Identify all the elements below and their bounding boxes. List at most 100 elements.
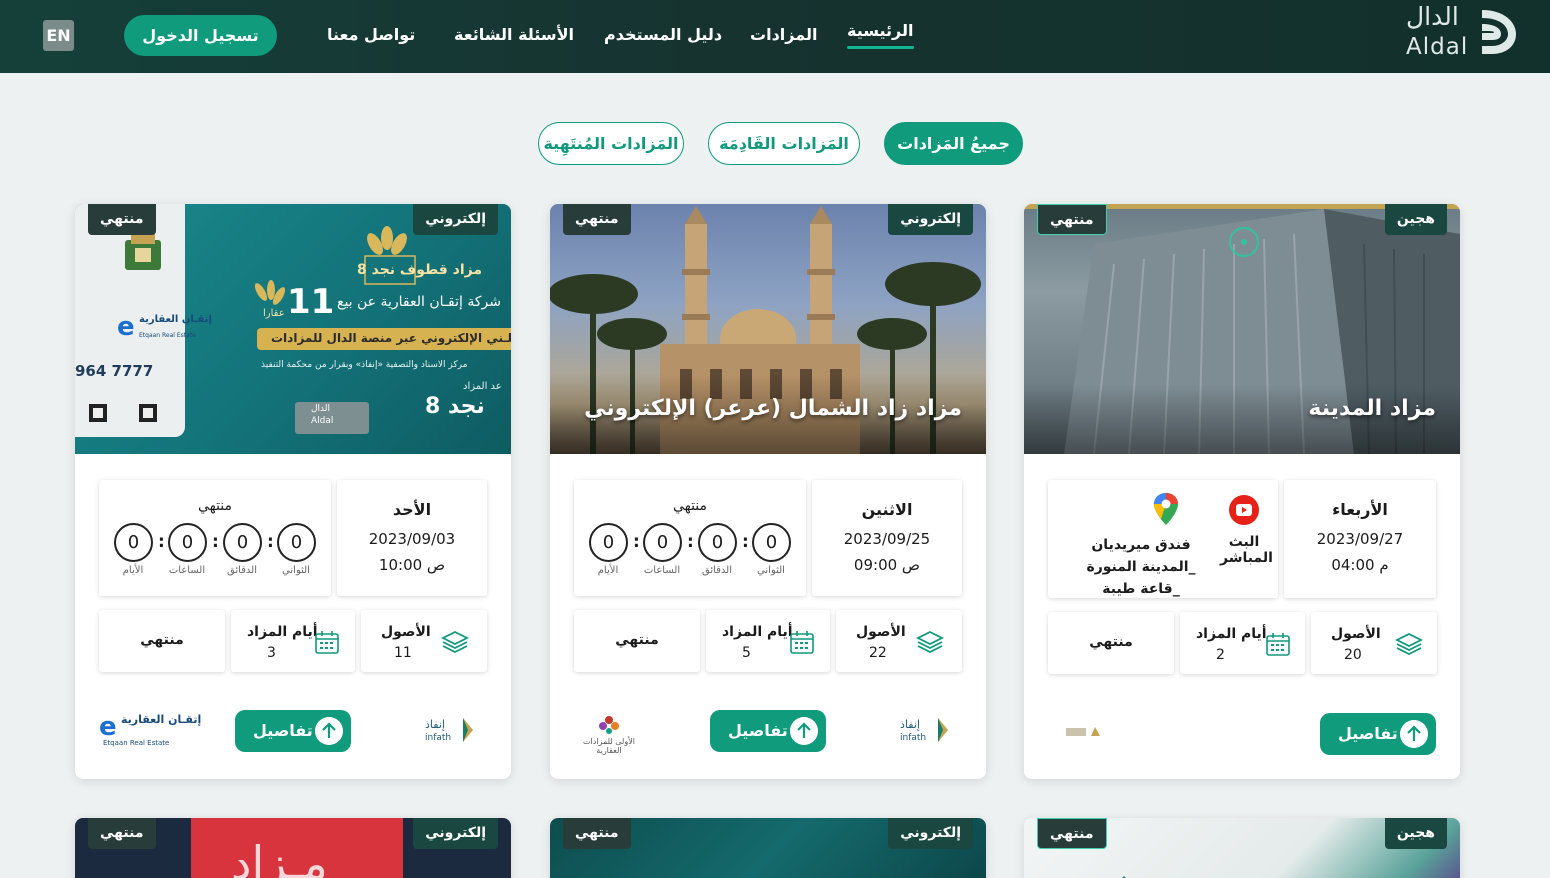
decorative-emblem-icon: [1121, 875, 1127, 878]
countdown-days-label: الأيام: [597, 565, 619, 576]
assets-stat: الأصول 22: [836, 610, 962, 672]
svg-text:infath: infath: [900, 733, 926, 743]
etqaan-e-logo-icon: e: [117, 312, 135, 342]
assets-value: 22: [869, 645, 887, 661]
google-maps-pin-icon[interactable]: [1153, 492, 1179, 526]
filter-all-auctions[interactable]: جميعُ المَزادات: [884, 122, 1023, 165]
countdown-status: منتهي: [672, 498, 708, 514]
status-tag: منتهي: [563, 818, 631, 849]
auction-status-text: منتهي: [1089, 634, 1133, 650]
brand-name-arabic: الدال: [1406, 2, 1459, 31]
auction-time: 10:00 ص: [378, 556, 446, 574]
infath-logo-icon: إنفاذ infath: [900, 718, 948, 743]
details-label: تفاصيل: [1338, 724, 1398, 743]
auction-title: مزاد المدينة: [1308, 396, 1436, 421]
date-box: الاثنين 2023/09/25 09:00 ص: [812, 480, 962, 596]
qr-codes-icon: [89, 404, 157, 422]
assets-stat: الأصول 11: [361, 610, 487, 672]
auction-image-mosque: منتهي إلكتروني مزاد زاد الشمال (عرعر) ال…: [550, 204, 986, 454]
banner-text: مـزاد: [231, 836, 328, 878]
status-tag: منتهي: [1037, 204, 1107, 235]
banner-big-number: 11: [287, 282, 335, 322]
banner-badge: مزاد قطوف نجد 8: [357, 262, 483, 278]
countdown-box: منتهي 0 : 0 : 0 : 0 الأيام الساعات الدقا…: [574, 480, 806, 596]
colon-separator: :: [742, 532, 749, 552]
countdown-seconds: 0: [752, 523, 791, 562]
banner-line-2: علـني الإلكتروني عبر منصة الدال للمزادات: [271, 331, 511, 345]
type-tag: إلكتروني: [888, 204, 973, 235]
nav-home[interactable]: الرئيسية: [847, 21, 914, 49]
live-location-box: البث المباشر فندق ميريديان _المدينة المن…: [1048, 480, 1278, 598]
nav-contact[interactable]: تواصل معنا: [327, 25, 415, 44]
arrow-up-icon: [315, 717, 343, 745]
auction-card-arar[interactable]: منتهي إلكتروني مزاد زاد الشمال (عرعر) ال…: [550, 204, 986, 779]
auction-days-stat: أيام المزاد 2: [1180, 612, 1305, 674]
auction-days-value: 2: [1216, 647, 1225, 663]
assets-value: 11: [394, 645, 412, 661]
nav-auctions[interactable]: المزادات: [750, 25, 817, 44]
auction-day: الأحد: [392, 500, 432, 519]
countdown-hours-label: الساعات: [643, 565, 681, 576]
details-button[interactable]: تفاصيل: [1320, 713, 1436, 755]
auction-days-stat: أيام المزاد 5: [706, 610, 830, 672]
auction-card-najd[interactable]: e إتقـان العقارية Etqaan Real Estate 964…: [75, 204, 511, 779]
wheat-emblem-icon: [364, 226, 416, 285]
details-label: تفاصيل: [253, 721, 313, 740]
auction-day: الاثنين: [861, 500, 913, 519]
countdown-minutes-label: الدقائق: [226, 565, 258, 576]
auction-time: 09:00 ص: [853, 556, 921, 574]
nav-user-guide[interactable]: دليل المستخدم: [604, 25, 722, 44]
banner-company-name: إتقـان العقارية: [139, 314, 212, 325]
filter-ended-auctions[interactable]: المَزادات المُنتَهِية: [538, 122, 684, 165]
countdown-hours: 0: [643, 523, 682, 562]
filter-upcoming-auctions[interactable]: المَزادات القَادِمَة: [708, 122, 860, 165]
nav-faq[interactable]: الأسئلة الشائعة: [454, 25, 574, 44]
date-box: الأربعاء 2023/09/27 04:00 م: [1284, 480, 1436, 598]
aldal-logo-icon[interactable]: [1474, 6, 1520, 58]
auction-days-label: أيام المزاد: [722, 624, 793, 640]
auction-card-madinah[interactable]: منتهي هجين مزاد المدينة الأربعاء 2023/09…: [1024, 204, 1460, 779]
youtube-icon[interactable]: [1228, 494, 1260, 526]
auction-image: منتهي إلكتروني: [550, 818, 986, 878]
colon-separator: :: [267, 532, 274, 552]
language-toggle-button[interactable]: EN: [43, 20, 74, 51]
auction-card-row2-middle[interactable]: منتهي إلكتروني: [550, 818, 986, 878]
details-button[interactable]: تفاصيل: [710, 710, 826, 752]
assets-label: الأصول: [856, 624, 906, 640]
live-stream-label[interactable]: البث المباشر: [1220, 534, 1273, 566]
brand-name-english: Aldal: [1406, 34, 1469, 60]
colon-separator: :: [633, 532, 640, 552]
svg-text:إنفاذ: إنفاذ: [425, 718, 445, 731]
status-tag: منتهي: [88, 818, 156, 849]
auction-status-stat: منتهي: [1048, 612, 1174, 674]
date-box: الأحد 2023/09/03 10:00 ص: [337, 480, 487, 596]
banner-aldal-badge: الدال Aldal: [295, 402, 369, 434]
details-button[interactable]: تفاصيل: [235, 710, 351, 752]
type-tag: إلكتروني: [888, 818, 973, 849]
partner-name: إتقـان العقارية: [121, 713, 202, 726]
calendar-icon: [1266, 633, 1290, 656]
auction-day: الأربعاء: [1332, 500, 1388, 519]
countdown-status: منتهي: [197, 498, 233, 514]
auction-location[interactable]: فندق ميريديان _المدينة المنورة _قاعة طيب…: [1066, 534, 1216, 600]
auction-card-row2-right[interactable]: منتهي هجين: [1024, 818, 1460, 878]
type-tag: إلكتروني: [413, 818, 498, 849]
auction-image: مـزاد منتهي إلكتروني: [75, 818, 511, 878]
banner-name: نجد 8: [425, 394, 485, 419]
auction-card-row2-left[interactable]: مـزاد منتهي إلكتروني: [75, 818, 511, 878]
status-tag: منتهي: [88, 204, 156, 235]
countdown-hours: 0: [168, 523, 207, 562]
countdown-days-label: الأيام: [122, 565, 144, 576]
auction-days-value: 3: [267, 645, 276, 661]
countdown-box: منتهي 0 : 0 : 0 : 0 الأيام الساعات الدقا…: [99, 480, 331, 596]
partner-name: الأولى للمزادات العقارية: [583, 737, 635, 755]
banner-aldal-ar: الدال: [311, 404, 331, 414]
layers-icon: [441, 630, 469, 654]
countdown-seconds-label: الثواني: [757, 565, 785, 576]
auction-date: 2023/09/03: [368, 530, 456, 548]
assets-label: الأصول: [1331, 626, 1381, 642]
calendar-icon: [315, 631, 339, 654]
banner-line-4: عد المزاد: [463, 381, 502, 392]
auction-banner-najd: e إتقـان العقارية Etqaan Real Estate 964…: [75, 204, 511, 454]
login-button[interactable]: تسجيل الدخول: [124, 15, 277, 56]
